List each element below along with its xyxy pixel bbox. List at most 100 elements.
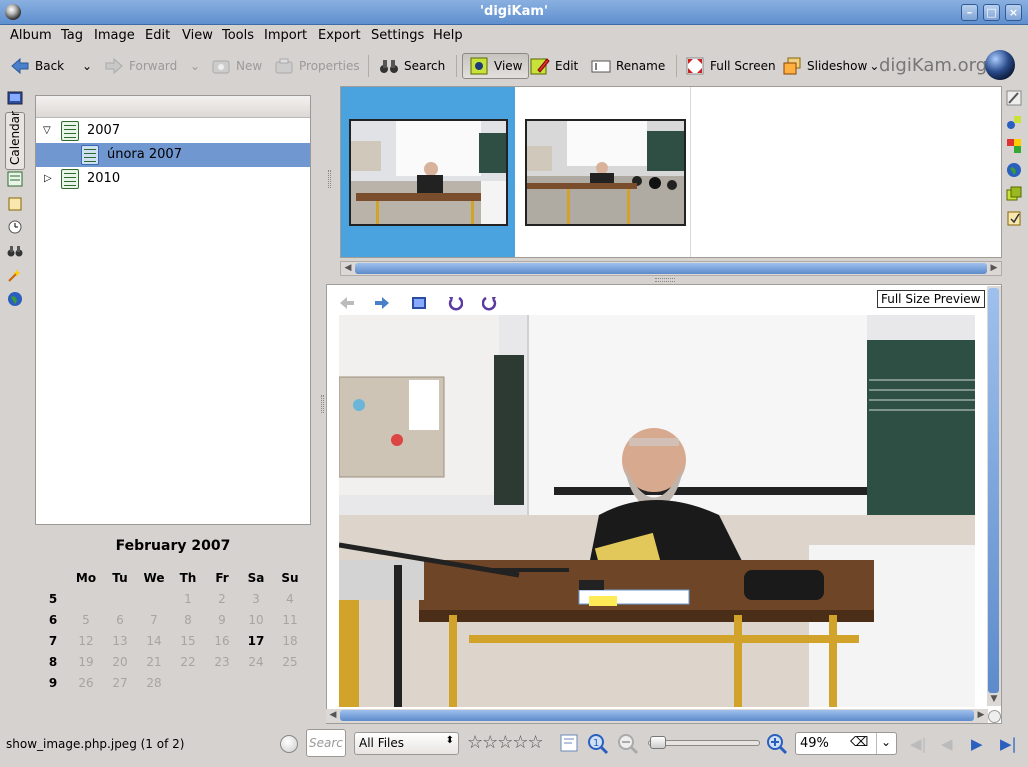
- first-image-icon[interactable]: ◀|: [910, 735, 927, 753]
- calendar-day[interactable]: 8: [171, 613, 205, 627]
- edit-button[interactable]: Edit: [530, 53, 578, 79]
- zoom-in-icon[interactable]: [766, 733, 788, 755]
- panel-splitter[interactable]: [328, 170, 331, 188]
- scroll-left-arrow-icon[interactable]: ◀: [341, 262, 355, 275]
- menu-settings[interactable]: Settings: [371, 28, 424, 43]
- timeline-tab-icon[interactable]: [7, 219, 23, 235]
- calendar-day[interactable]: 13: [103, 634, 137, 648]
- calendar-day[interactable]: 16: [205, 634, 239, 648]
- scroll-down-arrow-icon[interactable]: ▼: [987, 693, 1001, 706]
- vertical-splitter[interactable]: [655, 278, 675, 282]
- thumbnail-item[interactable]: [517, 87, 691, 257]
- scroll-left-arrow-icon[interactable]: ◀: [326, 709, 340, 722]
- preview-horizontal-scrollbar[interactable]: ◀ ▶: [326, 709, 988, 723]
- maximize-button[interactable]: □: [983, 4, 1000, 21]
- back-button[interactable]: Back: [10, 53, 64, 79]
- zoom-out-icon[interactable]: [617, 733, 639, 755]
- menu-import[interactable]: Import: [264, 28, 307, 43]
- slideshow-button[interactable]: Slideshow ⌄: [782, 53, 879, 79]
- scroll-right-arrow-icon[interactable]: ▶: [987, 262, 1001, 275]
- status-indicator-icon[interactable]: [280, 735, 298, 753]
- calendar-day[interactable]: 6: [103, 613, 137, 627]
- rotate-right-icon[interactable]: [481, 295, 498, 314]
- full-screen-button[interactable]: Full Screen: [685, 53, 776, 79]
- calendar-day[interactable]: 4: [273, 592, 307, 606]
- calendar-day[interactable]: 25: [273, 655, 307, 669]
- expand-arrow-icon[interactable]: ▽: [43, 125, 51, 136]
- close-button[interactable]: ×: [1005, 4, 1022, 21]
- colors-tab-icon[interactable]: [1006, 138, 1022, 154]
- scrollbar-thumb[interactable]: [340, 710, 974, 721]
- clear-text-icon[interactable]: ⌫: [850, 735, 868, 750]
- menu-help[interactable]: Help: [433, 28, 463, 43]
- mime-filter-select[interactable]: All Files ⬍: [354, 732, 459, 755]
- zoom-level-combobox[interactable]: 49% ⌫ ⌄: [795, 732, 897, 755]
- menu-album[interactable]: Album: [10, 28, 52, 43]
- calendar-day[interactable]: 5: [69, 613, 103, 627]
- calendar-day[interactable]: 21: [137, 655, 171, 669]
- menu-tools[interactable]: Tools: [222, 28, 254, 43]
- menu-tag[interactable]: Tag: [61, 28, 83, 43]
- rename-button[interactable]: Rename: [591, 53, 665, 79]
- calendar-day[interactable]: 2: [205, 592, 239, 606]
- next-image-status-icon[interactable]: ▶: [971, 735, 983, 753]
- calendar-day[interactable]: 3: [239, 592, 273, 606]
- calendar-day[interactable]: 14: [137, 634, 171, 648]
- tree-item-2007[interactable]: ▽ 2007: [36, 119, 310, 143]
- preview-vertical-scrollbar[interactable]: ▼: [987, 286, 1001, 706]
- collapsed-arrow-icon[interactable]: ▷: [44, 173, 52, 184]
- rating-filter-stars[interactable]: ☆☆☆☆☆: [467, 732, 544, 753]
- rotate-left-icon[interactable]: [447, 295, 464, 314]
- captions-tags-tab-icon[interactable]: [1006, 210, 1022, 226]
- calendar-view-icon[interactable]: [7, 171, 23, 187]
- fit-to-window-icon[interactable]: [559, 733, 579, 753]
- calendar-day[interactable]: 22: [171, 655, 205, 669]
- new-album-button[interactable]: New: [211, 53, 262, 79]
- properties-button[interactable]: Properties: [274, 53, 360, 79]
- map-search-tab-icon[interactable]: [7, 291, 23, 307]
- thumbnail-item-selected[interactable]: [341, 87, 515, 257]
- calendar-day[interactable]: 17: [239, 634, 273, 648]
- panel-splitter[interactable]: [321, 395, 324, 413]
- menu-edit[interactable]: Edit: [145, 28, 170, 43]
- calendar-day[interactable]: 27: [103, 676, 137, 690]
- edit-in-editor-icon[interactable]: [411, 295, 427, 314]
- navigate-corner-icon[interactable]: [988, 710, 1001, 723]
- versions-tab-icon[interactable]: [1006, 186, 1022, 202]
- calendar-day[interactable]: 9: [205, 613, 239, 627]
- next-image-icon[interactable]: [374, 295, 390, 314]
- scrollbar-thumb[interactable]: [355, 263, 987, 274]
- back-history-dropdown[interactable]: ⌄: [82, 53, 92, 79]
- calendar-day[interactable]: 26: [69, 676, 103, 690]
- scrollbar-thumb[interactable]: [988, 288, 999, 693]
- calendar-day[interactable]: 24: [239, 655, 273, 669]
- calendar-day[interactable]: 28: [137, 676, 171, 690]
- tree-item-unora-2007[interactable]: února 2007: [36, 143, 310, 167]
- forward-history-dropdown[interactable]: ⌄: [190, 53, 200, 79]
- zoom-100-icon[interactable]: 1: [587, 733, 609, 755]
- menu-view[interactable]: View: [182, 28, 213, 43]
- calendar-day[interactable]: 7: [137, 613, 171, 627]
- thumbnail-horizontal-scrollbar[interactable]: ◀ ▶: [340, 261, 1002, 276]
- calendar-day[interactable]: 23: [205, 655, 239, 669]
- menu-image[interactable]: Image: [94, 28, 135, 43]
- zoom-slider-handle[interactable]: [650, 736, 666, 749]
- calendar-day[interactable]: 19: [69, 655, 103, 669]
- calendar-day[interactable]: 12: [69, 634, 103, 648]
- calendar-day[interactable]: 15: [171, 634, 205, 648]
- chevron-down-icon[interactable]: ⌄: [881, 735, 891, 749]
- full-size-preview-label[interactable]: Full Size Preview: [877, 290, 985, 308]
- geolocation-tab-icon[interactable]: [1006, 162, 1022, 178]
- calendar-day[interactable]: 10: [239, 613, 273, 627]
- scroll-right-arrow-icon[interactable]: ▶: [974, 709, 988, 722]
- status-search-input[interactable]: Searc: [306, 729, 346, 757]
- calendar-day[interactable]: 18: [273, 634, 307, 648]
- calendar-day[interactable]: 11: [273, 613, 307, 627]
- search-tab-icon[interactable]: [7, 243, 23, 259]
- last-image-icon[interactable]: ▶|: [1000, 735, 1017, 753]
- forward-button[interactable]: Forward: [104, 53, 177, 79]
- previous-image-status-icon[interactable]: ◀: [941, 735, 953, 753]
- calendar-day[interactable]: 1: [171, 592, 205, 606]
- metadata-tab-icon[interactable]: [1006, 114, 1022, 130]
- calendar-day[interactable]: 20: [103, 655, 137, 669]
